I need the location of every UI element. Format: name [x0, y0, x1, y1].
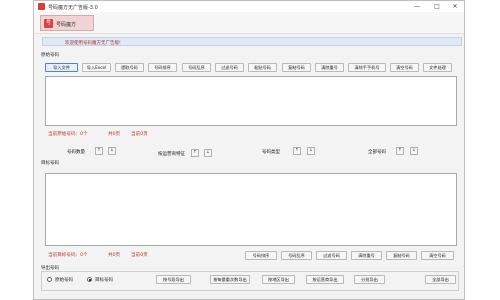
target-shuffle-button[interactable]: 号码乱序 — [281, 251, 312, 260]
type-down-arrow-icon[interactable]: ↓ — [307, 147, 315, 155]
filter-label-quantity: 号码数量 — [67, 150, 85, 155]
carrier-down-arrow-icon[interactable]: ↓ — [204, 149, 212, 157]
remove-duplicates-button[interactable]: 清除重号 — [315, 63, 344, 72]
source-section-label: 原始号码 — [41, 53, 59, 58]
filter-numbers-button[interactable]: 过滤号码 — [215, 63, 244, 72]
welcome-bar: 欢迎使用号码魔方无广告版! — [42, 37, 462, 46]
close-icon[interactable]: ✕ — [448, 2, 462, 11]
target-clear-button[interactable]: 清空号码 — [421, 251, 454, 260]
shuffle-numbers-button[interactable]: 号码乱序 — [182, 63, 211, 72]
target-copy-button[interactable]: 复制号码 — [386, 251, 417, 260]
all-down-arrow-icon[interactable]: ↓ — [410, 147, 418, 155]
minimize-icon[interactable]: — — [410, 2, 424, 11]
source-total-pages: 共0页 — [108, 132, 121, 137]
import-excel-button[interactable]: 导入Excel — [82, 63, 111, 72]
file-processing-button[interactable]: 文件处理 — [423, 63, 452, 72]
filter-label-carrier: 按运营商特征 — [158, 152, 185, 157]
import-file-button[interactable]: 导入文件 — [45, 63, 78, 72]
quantity-up-arrow-icon[interactable]: ↑ — [95, 147, 103, 155]
radio-source-label: 原始号码 — [55, 278, 73, 283]
export-by-repeat-count-button[interactable]: 按每量重次数导出 — [210, 275, 250, 284]
paste-numbers-button[interactable]: 粘贴号码 — [248, 63, 277, 72]
app-window: 号码魔方无广告版-3.0 — □ ✕ 号 号码魔方 欢迎使用号码魔方无广告版! … — [33, 0, 465, 300]
logo-mark-icon: 号 — [44, 19, 53, 28]
target-sort-button[interactable]: 号码排序 — [245, 251, 277, 260]
export-all-button[interactable]: 全部导出 — [425, 275, 456, 284]
title-bar: 号码魔方无广告版-3.0 — □ ✕ — [34, 1, 464, 12]
export-by-segment-button[interactable]: 按号段导出 — [156, 275, 191, 284]
export-by-region-button[interactable]: 按地区导出 — [262, 275, 295, 284]
app-icon — [38, 3, 45, 10]
target-section-label: 目标号码 — [41, 161, 59, 166]
copy-numbers-button[interactable]: 复制号码 — [282, 63, 311, 72]
radio-source-numbers[interactable] — [47, 277, 52, 282]
maximize-icon[interactable]: □ — [430, 2, 444, 11]
radio-target-numbers[interactable] — [87, 277, 92, 282]
radio-target-label: 目标号码 — [95, 278, 113, 283]
source-numbers-textarea[interactable] — [45, 76, 457, 126]
all-up-arrow-icon[interactable]: ↑ — [396, 147, 404, 155]
logo: 号 号码魔方 — [40, 15, 94, 31]
remove-mobile-button[interactable]: 清除手手机号 — [348, 63, 386, 72]
window-title: 号码魔方无广告版-3.0 — [48, 4, 98, 11]
welcome-text: 欢迎使用号码魔方无广告版! — [65, 40, 121, 46]
banner: 号 号码魔方 — [34, 12, 464, 34]
type-up-arrow-icon[interactable]: ↑ — [293, 147, 301, 155]
filter-label-all: 全部号码 — [368, 150, 386, 155]
target-current-page: 当前0页 — [131, 253, 148, 258]
logo-text: 号码魔方 — [56, 21, 77, 28]
export-by-carrier-button[interactable]: 按运营商导出 — [306, 275, 344, 284]
target-count-status: 当前目标号码：0个 — [48, 253, 88, 258]
target-numbers-textarea[interactable] — [45, 173, 457, 246]
sort-numbers-button[interactable]: 号码排序 — [148, 63, 177, 72]
filter-label-type: 号码类型 — [262, 150, 280, 155]
target-remove-duplicates-button[interactable]: 清除重号 — [351, 251, 382, 260]
source-current-page: 当前0页 — [131, 132, 148, 137]
quantity-down-arrow-icon[interactable]: ↓ — [108, 147, 116, 155]
extract-numbers-button[interactable]: 提取号码 — [115, 63, 144, 72]
carrier-up-arrow-icon[interactable]: ↑ — [191, 149, 199, 157]
clear-numbers-button[interactable]: 清空号码 — [390, 63, 419, 72]
source-count-status: 当前原始号码：0个 — [48, 132, 88, 137]
export-batch-button[interactable]: 分批导出 — [354, 275, 385, 284]
target-filter-button[interactable]: 过滤号码 — [316, 251, 347, 260]
target-total-pages: 共0页 — [108, 253, 121, 258]
